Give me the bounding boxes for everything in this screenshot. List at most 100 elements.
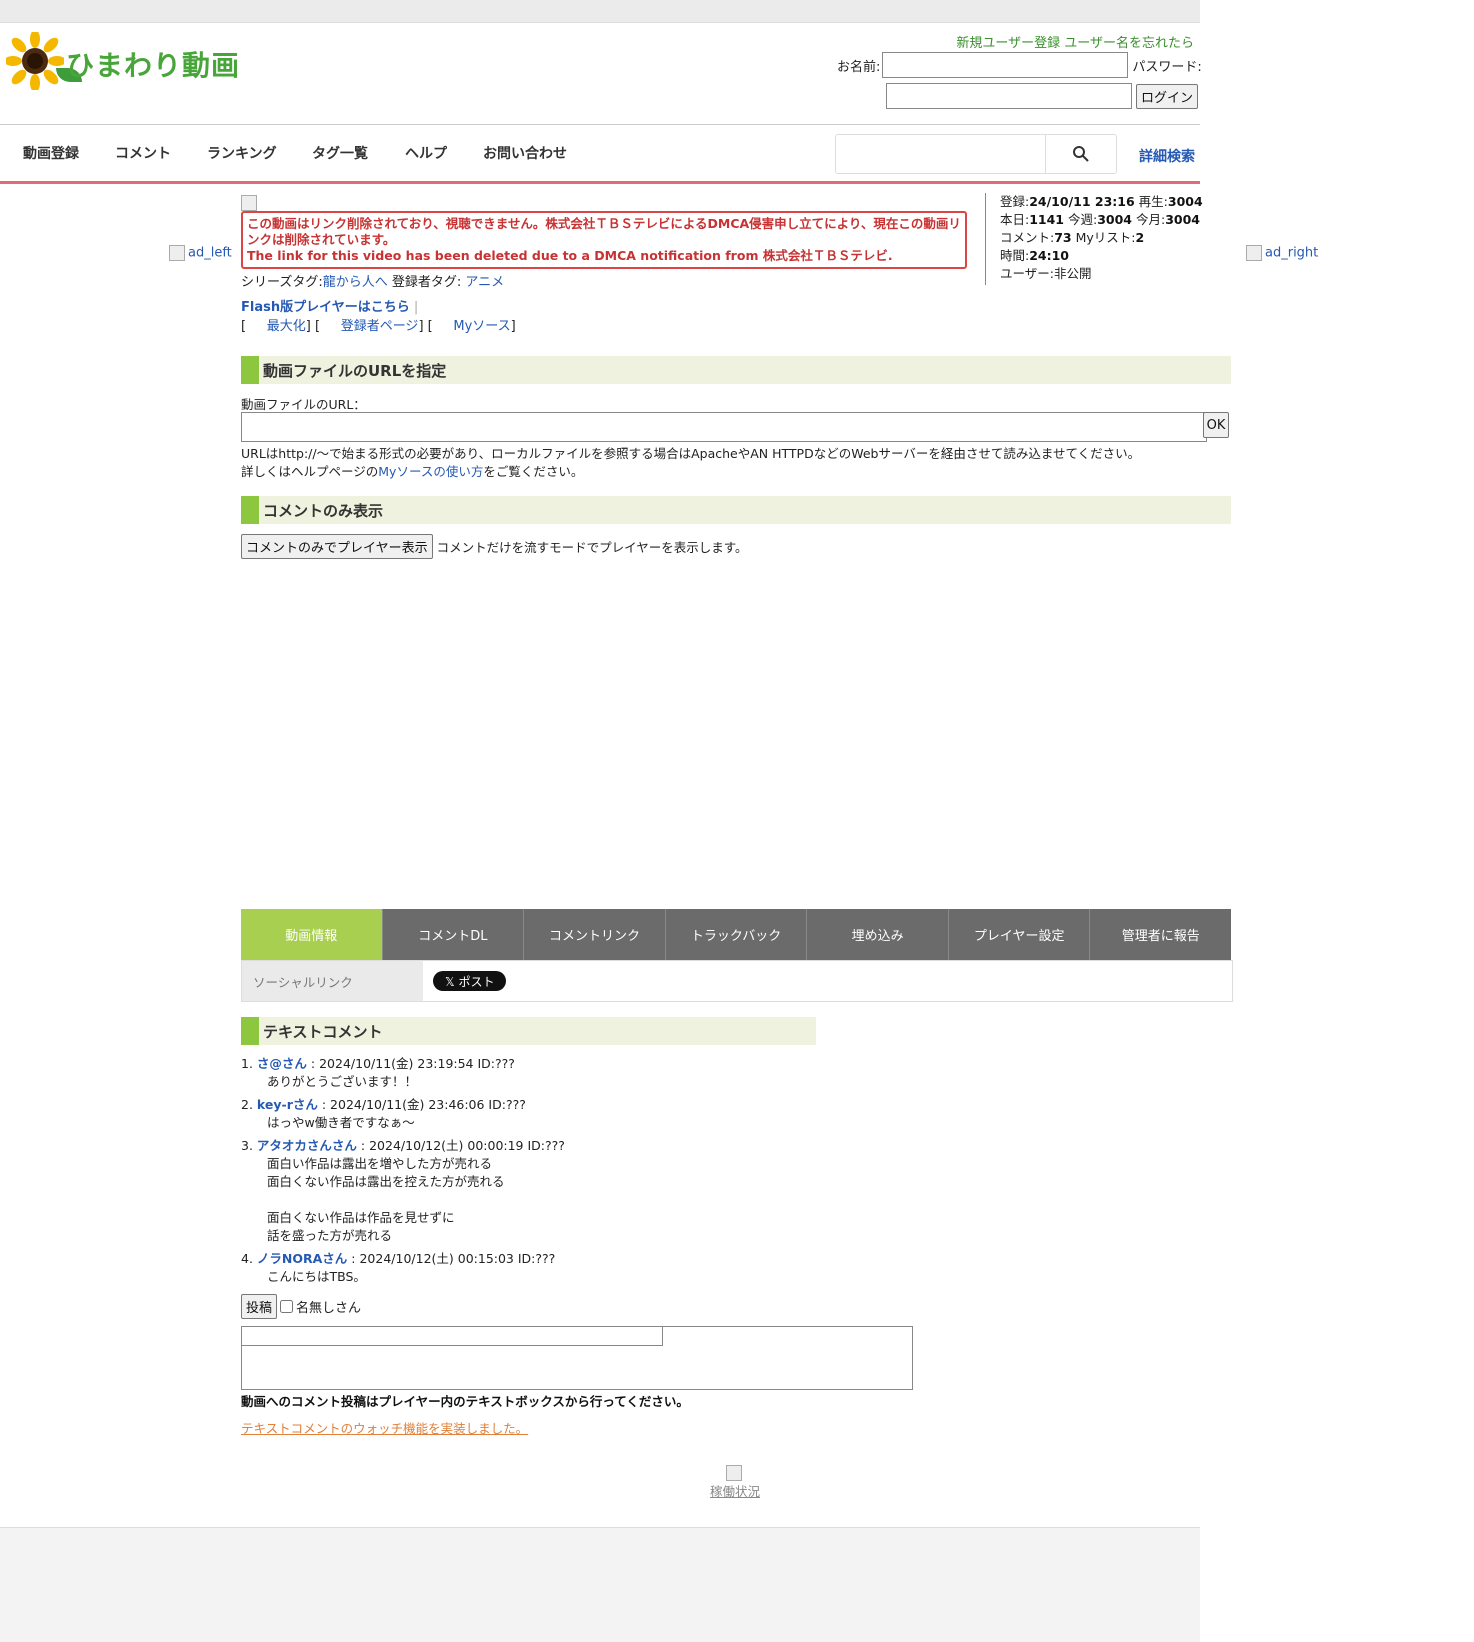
comment-name-input[interactable] xyxy=(242,1327,663,1346)
comment-only-title: コメントのみ表示 xyxy=(263,501,384,520)
comments-value: 73 xyxy=(1054,230,1072,245)
mysource-link[interactable]: Myソース xyxy=(453,319,510,334)
nav-item-ranking[interactable]: ランキング xyxy=(207,143,277,163)
comment-meta: : 2024/10/12(土) 00:15:03 ID:??? xyxy=(347,1251,556,1266)
nav-item-comment[interactable]: コメント xyxy=(115,143,171,163)
comment-meta: : 2024/10/11(金) 23:46:06 ID:??? xyxy=(317,1097,526,1112)
url-note: URLはhttp://～で始まる形式の必要があり、ローカルファイルを参照する場合… xyxy=(241,445,1140,481)
tab-video-info[interactable]: 動画情報 xyxy=(241,909,383,960)
today-label: 本日: xyxy=(1000,212,1030,227)
password-input[interactable] xyxy=(886,83,1132,109)
broken-image-icon xyxy=(1246,245,1262,261)
tab-player-settings[interactable]: プレイヤー設定 xyxy=(948,909,1091,960)
section-bar xyxy=(241,496,259,524)
comment-only-player-button[interactable]: コメントのみでプレイヤー表示 xyxy=(241,534,433,559)
comment-author-link[interactable]: ノラNORAさん xyxy=(257,1251,347,1266)
tab-embed[interactable]: 埋め込み xyxy=(807,909,949,960)
tab-trackback[interactable]: トラックバック xyxy=(665,909,808,960)
registrant-tag-link[interactable]: アニメ xyxy=(465,275,504,290)
maximize-link[interactable]: 最大化 xyxy=(267,319,306,334)
tab-report-admin[interactable]: 管理者に報告 xyxy=(1090,909,1232,960)
week-value: 3004 xyxy=(1097,212,1133,227)
search-box xyxy=(835,134,1117,174)
list-item: 4. ノラNORAさん : 2024/10/12(土) 00:15:03 ID:… xyxy=(241,1250,941,1286)
dmca-notice: この動画はリンク削除されており、視聴できません。株式会社ＴＢＳテレビによるDMC… xyxy=(241,211,967,269)
top-strip xyxy=(0,0,1200,23)
site-logo[interactable]: ひまわり動画 xyxy=(4,30,240,92)
url-note-pre: 詳しくはヘルプページの xyxy=(241,464,379,479)
url-ok-button[interactable]: OK xyxy=(1203,412,1229,438)
tab-comment-link[interactable]: コメントリンク xyxy=(524,909,666,960)
status-link[interactable]: 稼働状況 xyxy=(710,1484,760,1499)
comment-body: 面白い作品は露出を増やした方が売れる 面白くない作品は露出を控えた方が売れる 面… xyxy=(267,1156,505,1243)
comment-meta: : 2024/10/11(金) 23:19:54 ID:??? xyxy=(306,1056,515,1071)
broken-image-icon xyxy=(725,1464,742,1481)
social-label: ソーシャルリンク xyxy=(242,961,423,1001)
comment-author-link[interactable]: key-rさん xyxy=(257,1097,318,1112)
broken-image-icon xyxy=(169,245,185,261)
ad-left-alt: ad_left xyxy=(188,245,232,261)
ad-left[interactable]: ad_left xyxy=(169,245,232,261)
status-area: 稼働状況 xyxy=(710,1464,760,1500)
series-tag-link[interactable]: 龍から人へ xyxy=(323,275,388,290)
list-item: 1. さ@さん : 2024/10/11(金) 23:19:54 ID:??? … xyxy=(241,1055,941,1091)
forgot-username-link[interactable]: ユーザー名を忘れたら xyxy=(1064,36,1194,51)
comment-list: 1. さ@さん : 2024/10/11(金) 23:19:54 ID:??? … xyxy=(241,1055,941,1291)
flash-player-link[interactable]: Flash版プレイヤーはこちら xyxy=(241,300,410,315)
username-input[interactable] xyxy=(882,52,1129,78)
tab-comment-dl[interactable]: コメントDL xyxy=(382,909,525,960)
comment-number: 1. xyxy=(241,1056,253,1071)
registrant-page-link[interactable]: 登録者ページ xyxy=(341,319,419,334)
post-row: 投稿 名無しさん xyxy=(241,1294,361,1319)
notice-en: The link for this video has been deleted… xyxy=(247,248,893,263)
ad-right[interactable]: ad_right xyxy=(1246,245,1318,261)
register-link[interactable]: 新規ユーザー登録 xyxy=(956,36,1060,51)
mylist-value: 2 xyxy=(1135,230,1145,245)
registrant-tag-label: 登録者タグ: xyxy=(391,275,462,290)
comment-body: はっやw働き者ですなぁ〜 xyxy=(267,1115,415,1130)
info-tabs: 動画情報 コメントDL コメントリンク トラックバック 埋め込み プレイヤー設定… xyxy=(241,909,1232,960)
url-label: 動画ファイルのURL： xyxy=(241,397,366,412)
comment-body: ありがとうございます！！ xyxy=(267,1074,418,1089)
series-tag-label: シリーズタグ: xyxy=(241,275,323,290)
comment-author-link[interactable]: アタオカさんさん xyxy=(257,1138,357,1153)
comment-body: こんにちはTBS。 xyxy=(267,1269,366,1284)
comment-only-desc: コメントだけを流すモードでプレイヤーを表示します。 xyxy=(436,540,748,555)
comment-textarea[interactable] xyxy=(241,1326,913,1390)
account-links: 新規ユーザー登録 ユーザー名を忘れたら xyxy=(956,32,1194,51)
plays-label: 再生: xyxy=(1138,194,1168,209)
separator: | xyxy=(413,300,419,315)
comment-number: 2. xyxy=(241,1097,253,1112)
mylist-label: Myリスト: xyxy=(1075,230,1136,245)
password-label: パスワード: xyxy=(1132,59,1202,75)
comment-number: 4. xyxy=(241,1251,253,1266)
advanced-search-link[interactable]: 詳細検索 xyxy=(1139,146,1195,166)
nav-item-contact[interactable]: お問い合わせ xyxy=(483,143,567,163)
comment-only-row: コメントのみでプレイヤー表示 コメントだけを流すモードでプレイヤーを表示します。 xyxy=(241,534,748,559)
tags-row: シリーズタグ:龍から人へ 登録者タグ: アニメ xyxy=(241,271,504,290)
search-input[interactable] xyxy=(836,135,1046,173)
plays-value: 3004 xyxy=(1167,194,1203,209)
mysource-help-link[interactable]: Myソースの使い方 xyxy=(378,464,483,479)
x-post-button[interactable]: 𝕏 ポスト xyxy=(433,971,507,991)
watch-feature-link[interactable]: テキストコメントのウォッチ機能を実装しました。 xyxy=(241,1418,528,1437)
duration-label: 時間: xyxy=(1000,248,1030,263)
user-text: ユーザー:非公開 xyxy=(1000,266,1092,281)
section-bar xyxy=(241,356,259,384)
registered-label: 登録: xyxy=(1000,194,1030,209)
registered-value: 24/10/11 23:16 xyxy=(1029,194,1135,209)
nav-item-upload[interactable]: 動画登録 xyxy=(23,143,79,163)
nav-item-help[interactable]: ヘルプ xyxy=(405,143,447,163)
text-comments-title: テキストコメント xyxy=(263,1022,383,1041)
comment-author-link[interactable]: さ@さん xyxy=(257,1056,307,1071)
week-label: 今週: xyxy=(1068,212,1098,227)
nav-item-tags[interactable]: タグ一覧 xyxy=(312,143,368,163)
anonymous-checkbox[interactable] xyxy=(280,1300,294,1313)
login-row-2: ログイン xyxy=(886,83,1199,109)
comment-meta: : 2024/10/12(土) 00:00:19 ID:??? xyxy=(356,1138,565,1153)
login-button[interactable]: ログイン xyxy=(1136,83,1199,109)
ad-right-alt: ad_right xyxy=(1265,245,1319,261)
search-button[interactable] xyxy=(1046,135,1116,173)
post-button[interactable]: 投稿 xyxy=(241,1294,278,1319)
video-url-input[interactable] xyxy=(241,412,1207,442)
